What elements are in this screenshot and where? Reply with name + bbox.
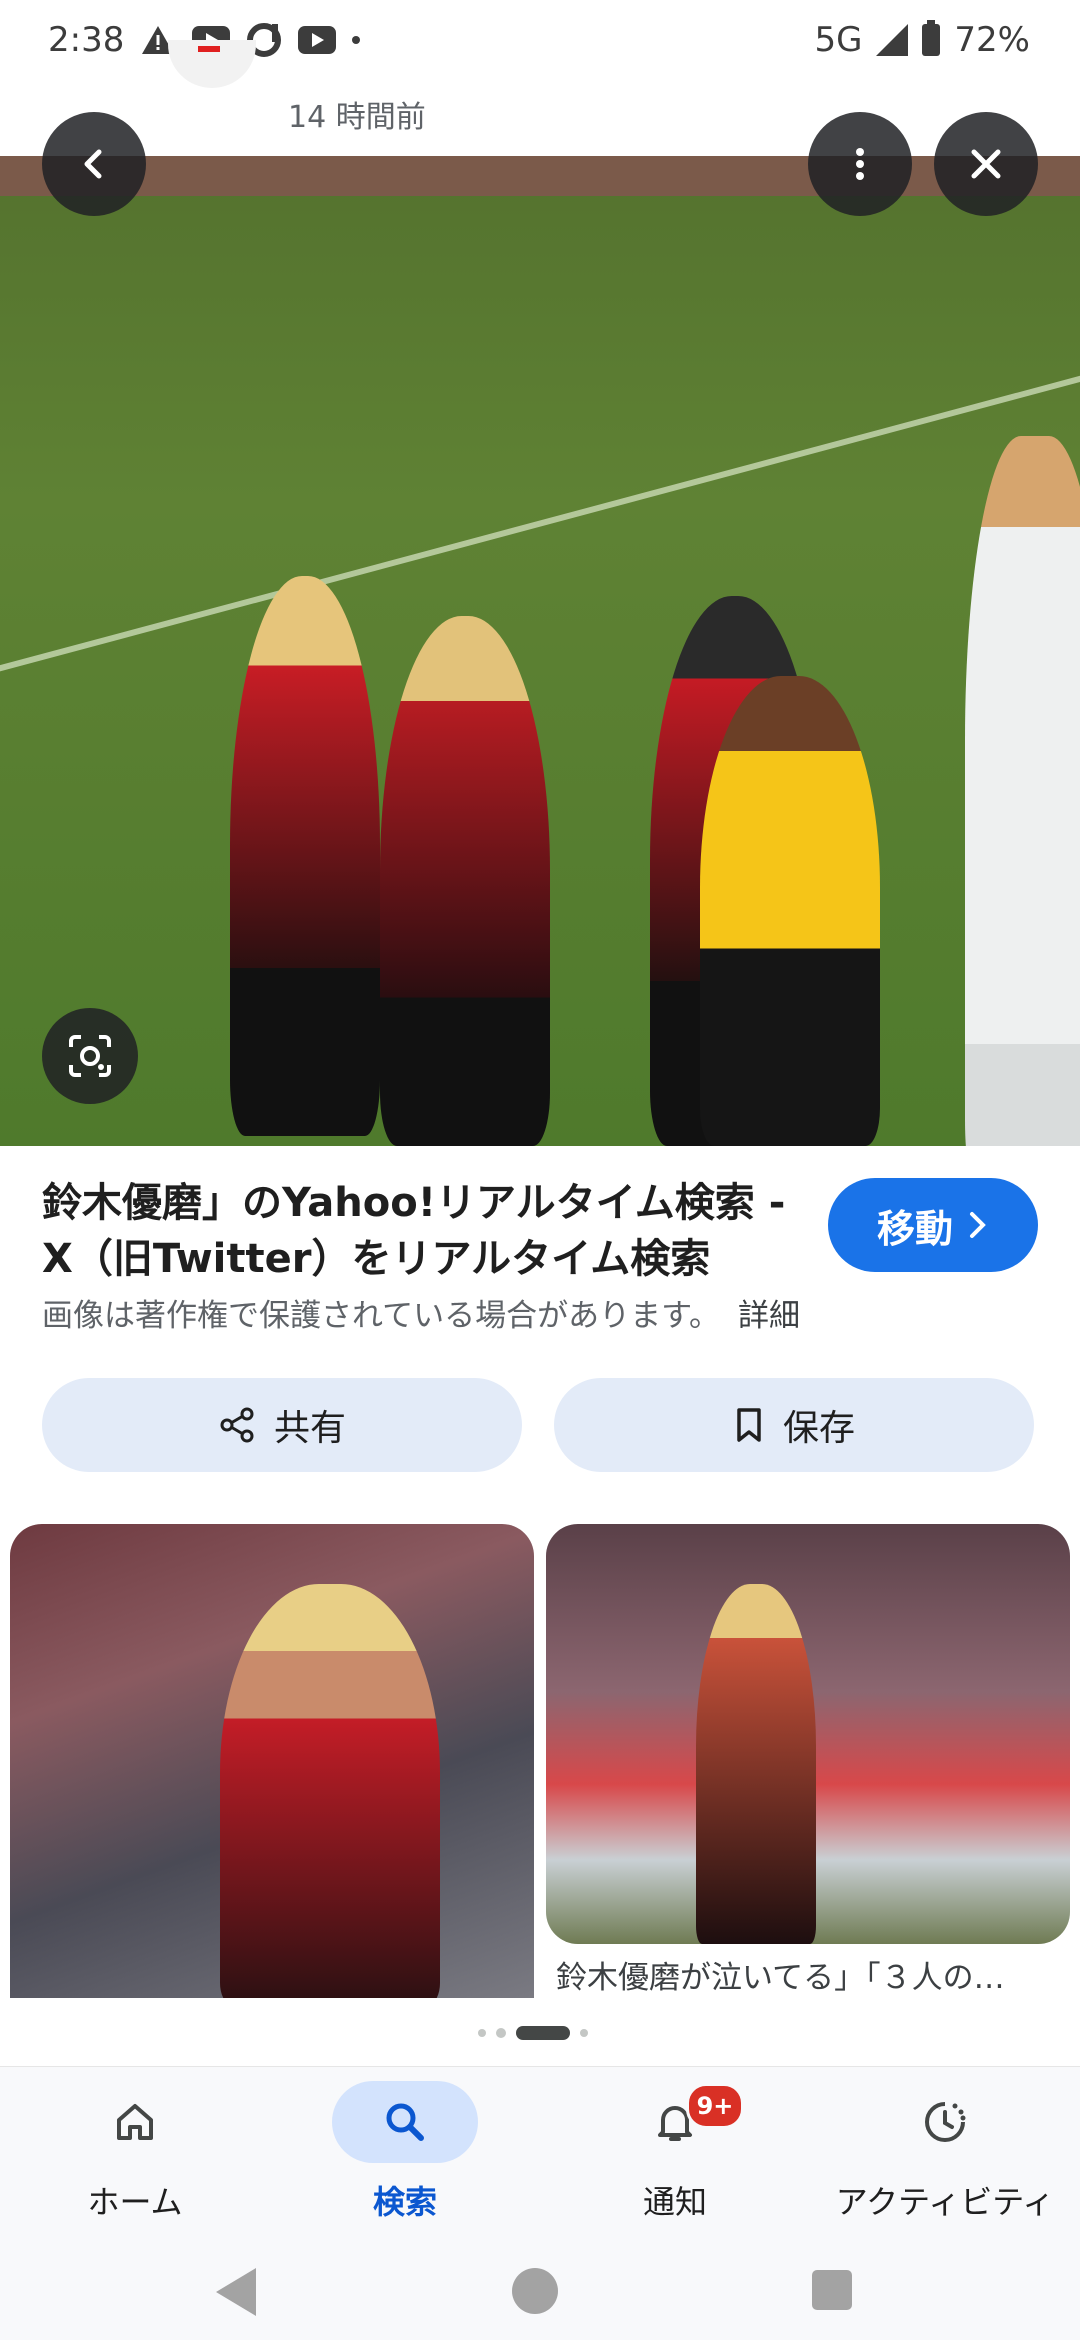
carousel-dot	[478, 2029, 486, 2037]
result-image[interactable]	[0, 156, 1080, 1146]
more-options-button[interactable]	[808, 112, 912, 216]
battery-level: 72%	[954, 20, 1030, 60]
related-image-2[interactable]	[546, 1524, 1070, 1944]
source-time: 14 時間前	[288, 100, 426, 135]
bottom-nav: ホーム 検索 9+ 通知 アクティビティ	[0, 2066, 1080, 2247]
lens-search-button[interactable]	[42, 1008, 138, 1104]
visit-button[interactable]: 移動	[828, 1178, 1038, 1272]
source-row	[0, 86, 1080, 156]
signal-icon	[876, 24, 909, 56]
close-button[interactable]	[934, 112, 1038, 216]
carousel-indicator	[478, 2026, 588, 2040]
carousel-dot	[580, 2029, 588, 2037]
share-icon	[220, 1407, 254, 1443]
details-link[interactable]: 詳細	[738, 1298, 800, 1334]
status-time: 2:38	[48, 20, 125, 60]
system-back-icon[interactable]	[216, 2268, 256, 2316]
search-icon	[386, 2103, 424, 2141]
more-vert-icon	[856, 148, 864, 180]
lens-icon	[69, 1035, 111, 1077]
close-icon	[971, 149, 1001, 179]
system-nav-bar	[0, 2246, 1080, 2340]
youtube-icon	[298, 26, 337, 54]
home-icon	[117, 2104, 153, 2140]
bookmark-icon	[737, 1408, 761, 1442]
network-type: 5G	[814, 20, 863, 60]
system-home-icon[interactable]	[512, 2268, 558, 2314]
back-button[interactable]	[42, 112, 146, 216]
notification-dot-icon	[352, 36, 361, 44]
result-title[interactable]: 鈴木優磨」のYahoo!リアルタイム検索 - X（旧Twitter）をリアルタイ…	[42, 1175, 822, 1287]
save-label: 保存	[782, 1408, 855, 1449]
related-image-caption[interactable]: 鈴木優磨が泣いてる」「３人の…	[556, 1952, 1056, 1997]
nav-activity-label: アクティビティ	[835, 2183, 1055, 2221]
copyright-text: 画像は著作権で保護されている場合があります。	[42, 1298, 720, 1334]
activity-icon	[925, 2102, 966, 2142]
nav-activity[interactable]: アクティビティ	[810, 2081, 1080, 2241]
nav-home-label: ホーム	[87, 2183, 183, 2221]
copyright-notice: 画像は著作権で保護されている場合があります。 詳細	[42, 1290, 1042, 1335]
system-recents-icon[interactable]	[812, 2270, 852, 2310]
nav-notifications[interactable]: 9+ 通知	[540, 2081, 810, 2241]
nav-search-label: 検索	[372, 2183, 437, 2221]
related-image-1[interactable]	[10, 1524, 534, 1998]
nav-home[interactable]: ホーム	[0, 2081, 270, 2241]
nav-notifications-label: 通知	[642, 2183, 707, 2221]
save-button[interactable]: 保存	[554, 1378, 1034, 1472]
status-bar: 2:38 5G 72%	[0, 0, 1080, 96]
notification-badge: 9+	[686, 2083, 744, 2129]
carousel-dot	[496, 2028, 506, 2038]
battery-icon	[922, 20, 941, 56]
carousel-dot-active	[516, 2026, 570, 2040]
share-button[interactable]: 共有	[42, 1378, 522, 1472]
chevron-left-icon	[84, 149, 102, 179]
chevron-right-icon	[970, 1212, 986, 1238]
share-label: 共有	[273, 1408, 346, 1449]
nav-search[interactable]: 検索	[270, 2081, 540, 2241]
visit-button-label: 移動	[876, 1206, 953, 1251]
